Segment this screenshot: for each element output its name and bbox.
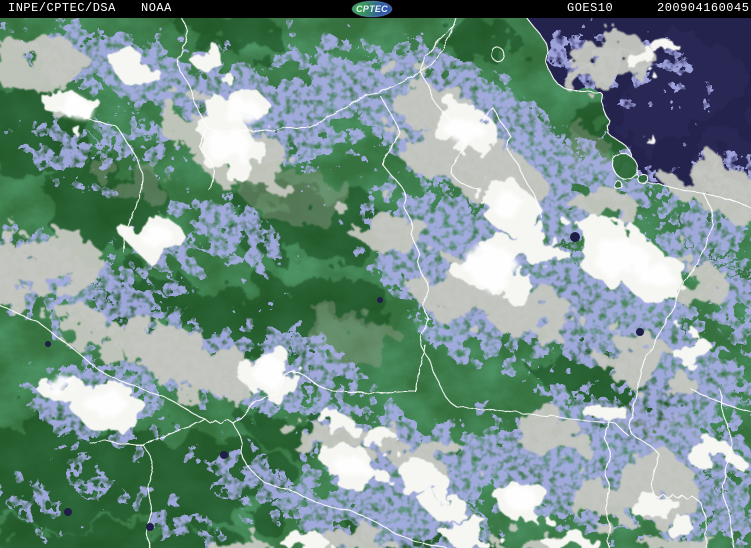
header-bar: INPE/CPTEC/DSA NOAA CPTEC GOES10 2009041… [0,0,751,18]
cptec-logo-text: CPTEC [356,4,388,14]
satellite-viewer: INPE/CPTEC/DSA NOAA CPTEC GOES10 2009041… [0,0,751,548]
estuary-islet-2 [614,181,622,189]
satellite-label: GOES10 [567,0,613,18]
satellite-image [0,18,751,548]
partner-label: NOAA [141,0,172,18]
agency-label: INPE/CPTEC/DSA [8,0,116,18]
estuary-islet-1 [638,174,648,184]
timestamp-label: 200904160045 [657,0,749,18]
cptec-logo: CPTEC [352,1,392,17]
